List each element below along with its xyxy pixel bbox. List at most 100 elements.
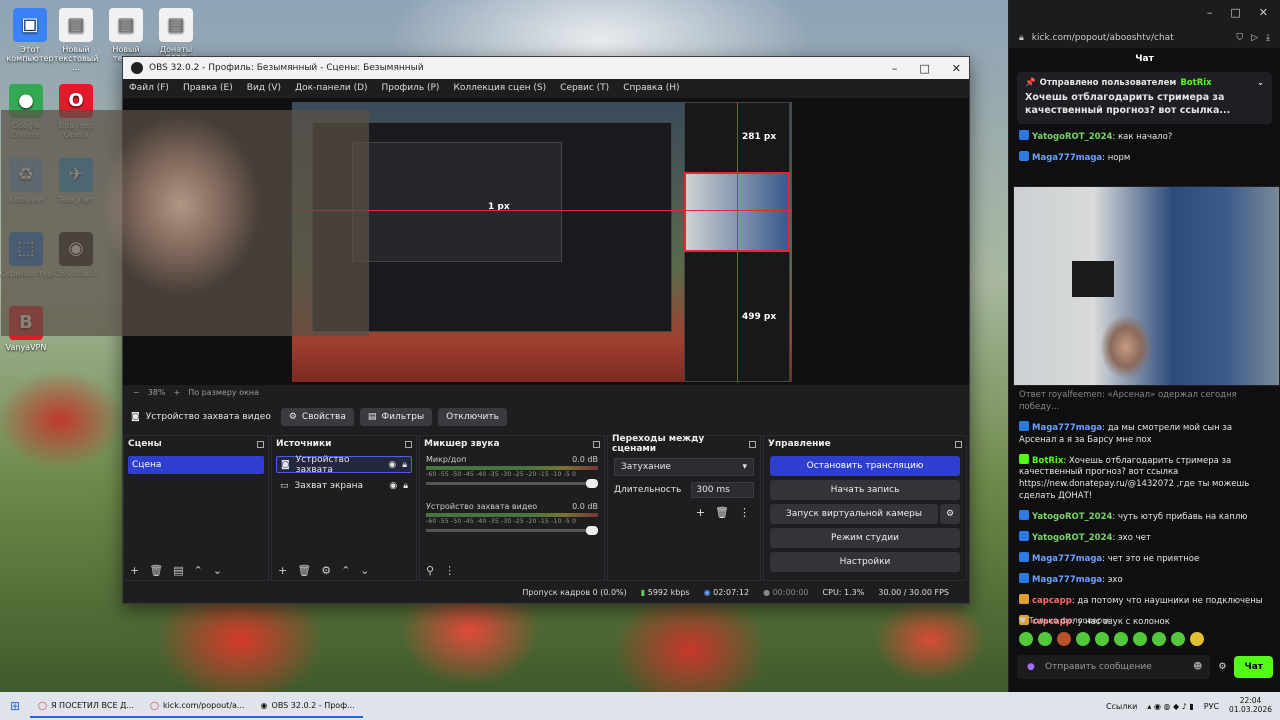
volume-slider[interactable] [426, 526, 598, 535]
links-label[interactable]: Ссылки [1106, 702, 1137, 711]
zoom-out-button[interactable]: − [133, 388, 140, 397]
emoji-icon[interactable]: ☻ [1193, 662, 1202, 672]
download-icon[interactable]: ⤓ [1266, 33, 1270, 43]
menu-profile[interactable]: Профиль (P) [382, 83, 440, 93]
dock-undock-icon[interactable] [593, 440, 600, 448]
url-text[interactable]: kick.com/popout/abooshtv/chat [1032, 33, 1174, 43]
emote-icon[interactable] [1133, 632, 1147, 646]
desktop-icon[interactable]: ▣ Этот компьютер [4, 8, 56, 63]
menu-view[interactable]: Вид (V) [247, 83, 281, 93]
link-icon[interactable]: ⚲ [426, 564, 434, 577]
trash-icon[interactable]: 🗑 [149, 564, 163, 577]
lock-icon[interactable]: 🔒︎ [403, 481, 408, 491]
trash-icon[interactable]: 🗑 [715, 506, 729, 519]
eye-icon[interactable]: ◉ [389, 481, 397, 491]
duration-input[interactable]: 300 ms [691, 482, 754, 498]
emote-icon[interactable] [1019, 632, 1033, 646]
minimize-icon[interactable]: – [892, 62, 898, 75]
virtual-cam-settings-icon[interactable]: ⚙ [940, 504, 960, 524]
send-icon[interactable]: ▷ [1251, 33, 1258, 43]
arrow-up-icon[interactable]: ⌃ [194, 564, 203, 577]
emote-icon[interactable] [1076, 632, 1090, 646]
lock-icon[interactable]: 🔒︎ [402, 460, 407, 470]
language-indicator[interactable]: РУС [1204, 702, 1219, 711]
add-icon[interactable]: + [278, 564, 287, 577]
menu-file[interactable]: Файл (F) [129, 83, 169, 93]
eye-icon[interactable]: ◉ [388, 460, 396, 470]
emote-icon[interactable] [1190, 632, 1204, 646]
trash-icon[interactable]: 🗑 [297, 564, 311, 577]
tray-icons[interactable]: ▴ ◉ ◍ ◆ ♪ ▮ [1147, 702, 1193, 711]
slider-knob[interactable] [586, 479, 598, 488]
minimize-icon[interactable]: – [1207, 6, 1213, 28]
arrow-down-icon[interactable]: ⌄ [360, 564, 369, 577]
gear-icon[interactable]: ⚙ [321, 564, 331, 577]
slider-knob[interactable] [586, 526, 598, 535]
chat-username[interactable]: Maga777maga [1032, 153, 1102, 163]
dock-undock-icon[interactable] [405, 440, 412, 448]
chat-username[interactable]: Maga777maga [1032, 423, 1102, 433]
menu-docks[interactable]: Док-панели (D) [295, 83, 367, 93]
preview-area[interactable]: 281 px 1 px 499 px [1, 98, 969, 385]
chat-input[interactable]: ● Отправить сообщение ☻ [1017, 655, 1211, 679]
emote-icon[interactable] [1152, 632, 1166, 646]
chat-username[interactable]: Maga777maga [1032, 554, 1102, 564]
desktop-icon[interactable]: ▤ Новый текстовый ... [50, 8, 102, 73]
maximize-icon[interactable]: □ [919, 62, 929, 75]
zoom-fit-label[interactable]: По размеру окна [188, 388, 259, 397]
chat-username[interactable]: Maga777maga [1032, 575, 1102, 585]
clock[interactable]: 22:04 01.03.2026 [1229, 697, 1272, 714]
gear-icon[interactable]: ⚙ [1218, 662, 1226, 672]
pinned-message[interactable]: 📌 Отправлено пользователем BotRix ⌄ Хоче… [1017, 72, 1272, 125]
properties-button[interactable]: ⚙ Свойства [280, 408, 354, 426]
menu-edit[interactable]: Правка (E) [183, 83, 233, 93]
scene-item[interactable]: Сцена [128, 456, 264, 474]
virtual-cam-button[interactable]: Запуск виртуальной камеры [770, 504, 938, 524]
volume-slider[interactable] [426, 479, 598, 488]
emote-icon[interactable] [1095, 632, 1109, 646]
windows-start-icon[interactable]: ⊞ [0, 699, 30, 713]
obs-titlebar[interactable]: OBS 32.0.2 - Профиль: Безымянный - Сцены… [123, 57, 969, 79]
taskbar-app-opera-2[interactable]: ◯ kick.com/popout/a... [142, 694, 253, 718]
stop-stream-button[interactable]: Остановить трансляцию [770, 456, 960, 476]
address-bar[interactable]: 🔒︎ kick.com/popout/abooshtv/chat ⛉ ▷ ⤓ [1009, 28, 1280, 48]
transition-select[interactable]: Затухание ▾ [614, 458, 754, 476]
settings-button[interactable]: Настройки [770, 552, 960, 572]
chat-username[interactable]: BotRix [1032, 456, 1063, 466]
microphone-icon[interactable]: ● [1027, 662, 1035, 672]
menu-dots-icon[interactable]: ⋮ [739, 506, 750, 519]
chat-username[interactable]: YatogoROT_2024 [1032, 132, 1112, 142]
shield-icon[interactable]: ⛉ [1236, 33, 1243, 43]
emote-icon[interactable] [1057, 632, 1071, 646]
emote-icon[interactable] [1038, 632, 1052, 646]
add-icon[interactable]: + [130, 564, 139, 577]
emote-icon[interactable] [1171, 632, 1185, 646]
start-record-button[interactable]: Начать запись [770, 480, 960, 500]
deactivate-button[interactable]: Отключить [438, 408, 507, 426]
menu-tools[interactable]: Сервис (T) [560, 83, 609, 93]
arrow-up-icon[interactable]: ⌃ [341, 564, 350, 577]
studio-mode-button[interactable]: Режим студии [770, 528, 960, 548]
send-chat-button[interactable]: Чат [1234, 656, 1273, 678]
arrow-down-icon[interactable]: ⌄ [213, 564, 222, 577]
close-icon[interactable]: ✕ [1259, 6, 1268, 28]
maximize-icon[interactable]: □ [1230, 6, 1240, 28]
close-icon[interactable]: ✕ [952, 62, 961, 75]
source-item-capture-device[interactable]: ◙ Устройство захвата ◉ 🔒︎ [276, 455, 412, 475]
taskbar-app-opera-1[interactable]: ◯ Я ПОСЕТИЛ ВСЕ Д... [30, 694, 142, 718]
source-item-screen-capture[interactable]: ▭ Захват экрана ◉ 🔒︎ [276, 477, 412, 494]
pinned-user[interactable]: BotRix [1180, 78, 1211, 89]
zoom-in-button[interactable]: + [173, 388, 180, 397]
filter-icon[interactable]: ▤ [173, 564, 183, 577]
chat-username[interactable]: YatogoROT_2024 [1032, 512, 1112, 522]
chat-username[interactable]: YatogoROT_2024 [1032, 533, 1112, 543]
dock-undock-icon[interactable] [749, 440, 756, 448]
menu-help[interactable]: Справка (H) [623, 83, 679, 93]
chevron-down-icon[interactable]: ⌄ [1257, 78, 1264, 89]
menu-dots-icon[interactable]: ⋮ [444, 564, 455, 577]
dock-undock-icon[interactable] [955, 440, 962, 448]
emote-icon[interactable] [1114, 632, 1128, 646]
menu-scene-collection[interactable]: Коллекция сцен (S) [453, 83, 546, 93]
filters-button[interactable]: ▤ Фильтры [359, 408, 433, 426]
taskbar-app-obs[interactable]: ◉ OBS 32.0.2 - Проф... [252, 694, 363, 718]
